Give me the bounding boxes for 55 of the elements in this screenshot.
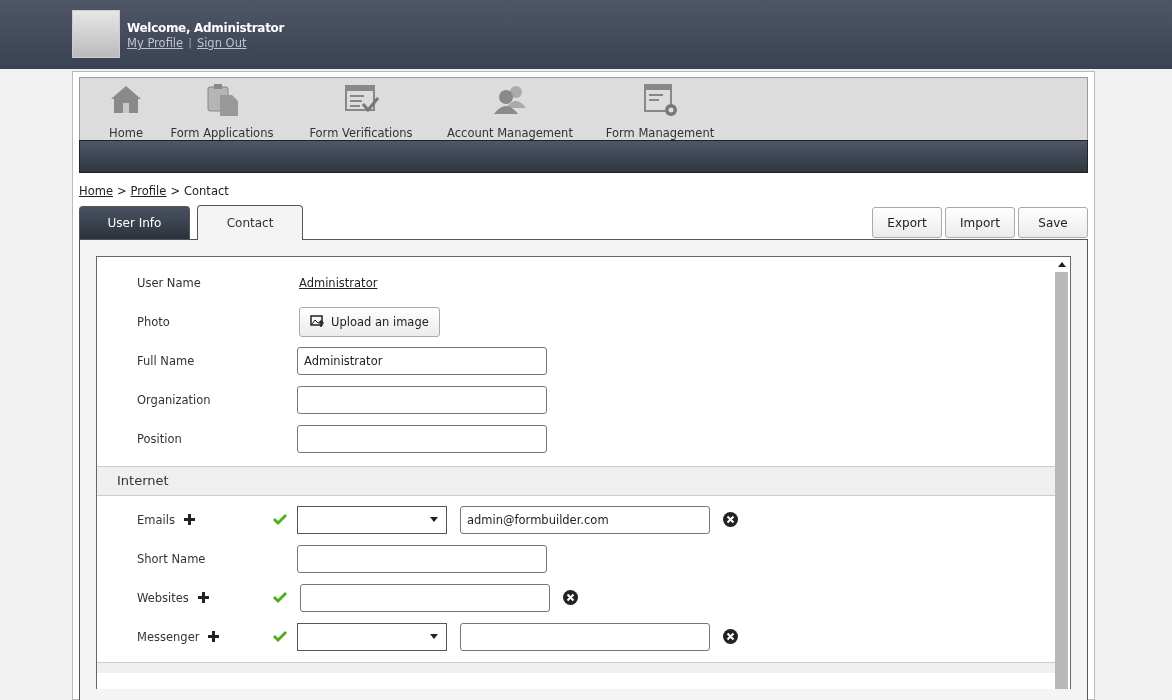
caret-icon <box>430 517 438 522</box>
breadcrumb-separator: > <box>170 184 180 198</box>
field-label: Full Name <box>137 353 195 368</box>
check-icon <box>272 591 288 604</box>
header-link[interactable]: My Profile <box>127 36 184 50</box>
input-field[interactable] <box>297 385 547 414</box>
input-field[interactable]: Administrator <box>297 346 547 375</box>
action-button[interactable]: Save <box>1018 207 1088 238</box>
breadcrumb-link[interactable]: Home <box>79 184 113 198</box>
tab[interactable]: Contact <box>197 205 303 240</box>
upload-button[interactable]: Upload an image <box>299 306 440 337</box>
nav-item[interactable]: Home <box>94 78 158 140</box>
welcome-text: Welcome, Administrator <box>127 21 285 35</box>
breadcrumb-separator: > <box>116 184 127 198</box>
clipboard-icon <box>204 82 240 118</box>
input-field[interactable] <box>300 583 550 612</box>
action-button[interactable]: Import <box>945 207 1015 238</box>
field-label: Organization <box>137 392 211 407</box>
breadcrumb-current: Contact <box>184 184 229 198</box>
input-field[interactable] <box>297 424 547 453</box>
plus-icon[interactable] <box>197 592 209 603</box>
username-link[interactable]: Administrator <box>299 275 378 290</box>
remove-icon[interactable] <box>723 629 738 644</box>
dropdown[interactable] <box>297 505 447 534</box>
action-button[interactable]: Export <box>872 207 942 238</box>
field-label: Photo <box>137 314 170 329</box>
field-label: User Name <box>137 275 201 290</box>
caret-icon <box>430 634 438 639</box>
check-icon <box>272 630 288 643</box>
input-field[interactable]: admin@formbuilder.com <box>460 505 710 534</box>
tab[interactable]: User Info <box>79 206 190 239</box>
image-upload-icon <box>310 315 325 328</box>
nav-item[interactable]: Form Management <box>584 78 736 140</box>
remove-icon[interactable] <box>723 512 738 527</box>
field-label: Short Name <box>137 551 206 566</box>
plus-icon[interactable] <box>208 631 220 642</box>
breadcrumb-link[interactable]: Profile <box>130 184 167 198</box>
section-header: Internet <box>97 466 1055 496</box>
header-link[interactable]: Sign Out <box>196 36 247 50</box>
field-label: Emails <box>137 512 175 527</box>
plus-icon[interactable] <box>183 514 195 525</box>
separator: | <box>188 36 192 50</box>
avatar-placeholder <box>72 10 120 58</box>
input-field[interactable] <box>297 544 547 573</box>
field-label: Position <box>137 431 182 446</box>
nav-item[interactable]: Account Management <box>436 78 584 140</box>
field-label: Websites <box>137 590 189 605</box>
form-gear-icon <box>642 82 678 118</box>
input-field[interactable] <box>460 622 710 651</box>
nav-item[interactable]: Form Applications <box>158 78 286 140</box>
nav-item[interactable]: Form Verifications <box>286 78 436 140</box>
field-label: Messenger <box>137 629 200 644</box>
check-icon <box>272 513 288 526</box>
dropdown[interactable] <box>297 622 447 651</box>
remove-icon[interactable] <box>563 590 578 605</box>
